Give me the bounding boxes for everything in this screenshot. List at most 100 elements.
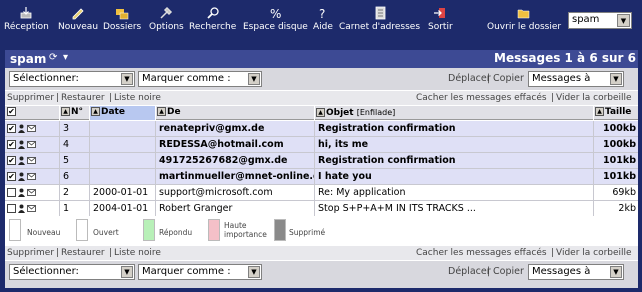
sort-icon[interactable]: ▲ xyxy=(91,107,100,116)
row-checkbox[interactable]: ✔ xyxy=(7,140,16,149)
address-book-icon xyxy=(375,6,385,20)
person-icon xyxy=(18,124,25,133)
inbox-button[interactable]: Réception xyxy=(4,6,49,32)
row-subject[interactable]: hi, its me xyxy=(315,137,594,152)
row-subject[interactable]: Re: My application xyxy=(315,185,594,200)
row-number: 6 xyxy=(60,169,90,184)
message-row[interactable]: ✔ 4 REDESSA@hotmail.com hi, its me 100kb xyxy=(5,137,638,153)
blacklist-link[interactable]: Liste noire xyxy=(114,93,161,103)
legend-swatch-new xyxy=(9,219,21,241)
legend-swatch-high-importance xyxy=(208,219,220,241)
row-subject[interactable]: I hate you xyxy=(315,169,594,184)
mark-as-dropdown-top[interactable]: Marquer comme : ▼ xyxy=(138,71,262,87)
message-row[interactable]: 2 2000-01-01 support@microsoft.com Re: My a… xyxy=(5,185,638,201)
column-subject[interactable]: ▲ Objet [Enfilade] xyxy=(315,106,594,120)
row-checkbox[interactable]: ✔ xyxy=(7,172,16,181)
row-sender[interactable]: Robert Granger xyxy=(156,201,315,216)
help-button[interactable]: ? Aide xyxy=(313,6,333,32)
row-checkbox[interactable]: ✔ xyxy=(7,156,16,165)
search-button[interactable]: Recherche xyxy=(189,6,236,32)
legend-swatch-deleted xyxy=(274,219,286,241)
row-sender[interactable]: martinmueller@mnet-online.de xyxy=(156,169,315,184)
row-checkbox[interactable] xyxy=(7,204,16,213)
blacklist-link-bottom[interactable]: Liste noire xyxy=(114,248,161,258)
svg-text:?: ? xyxy=(319,7,325,20)
sort-icon[interactable]: ▲ xyxy=(157,107,166,116)
empty-trash-link[interactable]: Vider la corbeille xyxy=(556,93,632,103)
row-sender[interactable]: 491725267682@gmx.de xyxy=(156,153,315,168)
delete-link-bottom[interactable]: Supprimer xyxy=(7,248,54,258)
restore-link-bottom[interactable]: Restaurer xyxy=(61,248,105,258)
row-size: 101kb xyxy=(603,171,636,182)
logout-label: Sortir xyxy=(428,22,453,32)
compose-button[interactable]: Nouveau xyxy=(58,6,98,32)
threaded-toggle[interactable]: [Enfilade] xyxy=(357,108,396,117)
move-link[interactable]: Déplacer xyxy=(448,73,491,84)
envelope-icon xyxy=(27,189,36,196)
refresh-icon[interactable]: ⟳ xyxy=(49,52,57,63)
hide-deleted-link[interactable]: Cacher les messages effacés xyxy=(416,93,547,103)
options-label: Options xyxy=(149,22,184,32)
mark-as-dropdown-bottom[interactable]: Marquer comme : ▼ xyxy=(138,264,262,280)
copy-link-bottom[interactable]: Copier xyxy=(493,266,524,277)
column-number[interactable]: ▲ N° xyxy=(60,106,90,120)
select-dropdown-label: Sélectionner: xyxy=(13,73,79,84)
sort-icon[interactable]: ▲ xyxy=(595,107,604,116)
address-book-button[interactable]: Carnet d'adresses xyxy=(339,6,420,32)
filter-icon[interactable]: ▾ xyxy=(63,52,68,63)
top-action-links: Supprimer | Restaurer | Liste noire Cach… xyxy=(5,91,638,105)
row-select-cell: ✔ xyxy=(5,169,60,184)
legend-label-replied: Répondu xyxy=(159,228,193,237)
person-icon xyxy=(18,188,25,197)
copy-link[interactable]: Copier xyxy=(493,73,524,84)
row-checkbox[interactable]: ✔ xyxy=(7,124,16,133)
logout-button[interactable]: Sortir xyxy=(428,6,453,32)
move-link-bottom[interactable]: Déplacer xyxy=(448,266,491,277)
disk-space-button[interactable]: % Espace disque xyxy=(243,6,308,32)
legend-label-new: Nouveau xyxy=(27,228,61,237)
bottom-action-links: Supprimer | Restaurer | Liste noire Cach… xyxy=(5,246,638,260)
logout-icon xyxy=(434,8,446,18)
column-size[interactable]: ▲ Taille xyxy=(594,106,638,120)
row-sender[interactable]: support@microsoft.com xyxy=(156,185,315,200)
row-subject[interactable]: Registration confirmation xyxy=(315,121,594,136)
chevron-down-icon: ▼ xyxy=(248,266,260,278)
message-row[interactable]: ✔ 6 martinmueller@mnet-online.de I hate you… xyxy=(5,169,638,185)
select-dropdown-bottom[interactable]: Sélectionner: ▼ xyxy=(9,264,135,280)
target-folder-dropdown-top[interactable]: Messages à ▼ xyxy=(528,71,624,87)
empty-trash-link-bottom[interactable]: Vider la corbeille xyxy=(556,248,632,258)
folders-button[interactable]: Dossiers xyxy=(103,6,141,32)
sort-icon[interactable]: ▲ xyxy=(61,107,70,116)
column-date[interactable]: ▲ Date xyxy=(90,106,156,120)
message-row[interactable]: ✔ 3 renatepriv@gmx.de Registration confirma… xyxy=(5,121,638,137)
legend-label-deleted: Supprimé xyxy=(289,228,326,237)
chevron-down-icon: ▼ xyxy=(610,266,622,278)
select-all-checkbox[interactable]: ✔ xyxy=(7,107,16,116)
column-from[interactable]: ▲ De xyxy=(156,106,315,120)
row-subject[interactable]: Registration confirmation xyxy=(315,153,594,168)
row-checkbox[interactable] xyxy=(7,188,16,197)
message-count: Messages 1 à 6 sur 6 xyxy=(494,51,636,65)
row-subject[interactable]: Stop S+P+A+M IN ITS TRACKS ... xyxy=(315,201,594,216)
message-row[interactable]: ✔ 5 491725267682@gmx.de Registration confir… xyxy=(5,153,638,169)
row-number: 1 xyxy=(60,201,90,216)
select-all-header[interactable]: ✔ xyxy=(5,106,60,120)
row-sender[interactable]: REDESSA@hotmail.com xyxy=(156,137,315,152)
inbox-icon xyxy=(21,7,32,19)
folder-select[interactable]: spam ▼ xyxy=(568,12,632,29)
message-row[interactable]: 1 2004-01-01 Robert Granger Stop S+P+A+M IN… xyxy=(5,201,638,217)
options-button[interactable]: Options xyxy=(149,6,184,32)
select-dropdown-top[interactable]: Sélectionner: ▼ xyxy=(9,71,135,87)
open-folder-button[interactable]: Ouvrir le dossier xyxy=(487,6,561,32)
row-size: 69kb xyxy=(612,187,636,198)
restore-link[interactable]: Restaurer xyxy=(61,93,105,103)
row-size: 100kb xyxy=(603,139,636,150)
legend-label-high-importance: Haute importance xyxy=(224,221,267,239)
row-sender[interactable]: renatepriv@gmx.de xyxy=(156,121,315,136)
sort-icon[interactable]: ▲ xyxy=(316,108,325,117)
delete-link[interactable]: Supprimer xyxy=(7,93,54,103)
row-size: 101kb xyxy=(603,155,636,166)
target-folder-dropdown-bottom[interactable]: Messages à ▼ xyxy=(528,264,624,280)
svg-text:%: % xyxy=(270,7,281,20)
hide-deleted-link-bottom[interactable]: Cacher les messages effacés xyxy=(416,248,547,258)
